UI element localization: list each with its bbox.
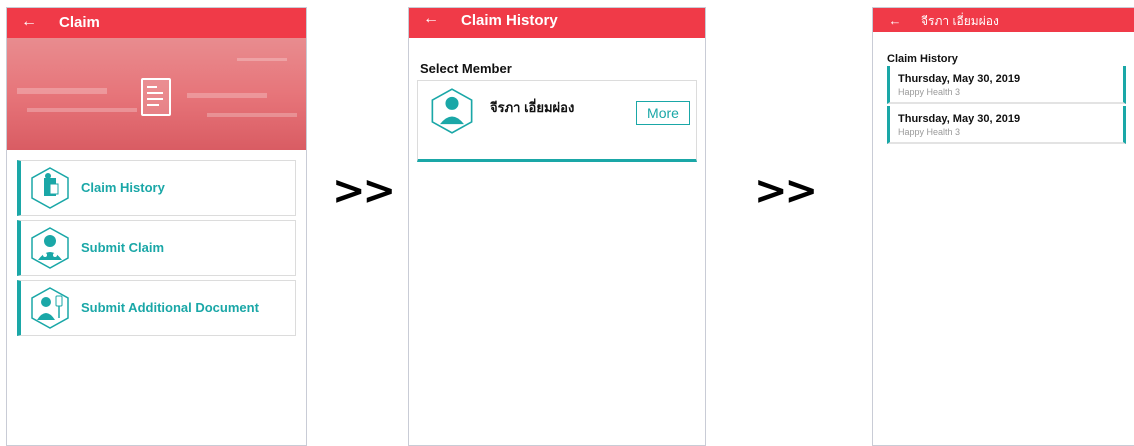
claim-date: Thursday, May 30, 2019 xyxy=(898,113,1021,125)
claim-screen: ← Claim Claim History Submit Claim Submi… xyxy=(6,7,307,446)
page-title: จีรภา เอี่ยมผ่อง xyxy=(921,14,999,28)
back-arrow-icon[interactable]: ← xyxy=(885,10,905,30)
claim-menu: Claim History Submit Claim Submit Additi… xyxy=(17,160,296,340)
doctor-icon xyxy=(31,227,69,269)
flow-arrow: >> xyxy=(754,168,818,214)
claim-history-heading: Claim History xyxy=(887,53,958,65)
menu-label: Submit Claim xyxy=(81,240,165,255)
person-avatar-icon xyxy=(431,88,473,134)
claim-date: Thursday, May 30, 2019 xyxy=(898,73,1021,85)
app-bar: ← Claim xyxy=(7,8,306,38)
hospital-banner-image xyxy=(7,38,306,150)
patient-iv-icon xyxy=(31,287,69,329)
document-icon xyxy=(141,78,171,116)
flow-arrow: >> xyxy=(332,168,396,214)
patient-document-icon xyxy=(31,167,69,209)
menu-label: Claim History xyxy=(81,180,165,195)
back-arrow-icon[interactable]: ← xyxy=(19,12,39,32)
member-name: จีรภา เอี่ยมผ่อง xyxy=(490,100,575,115)
page-title: Claim History xyxy=(461,12,558,29)
more-button[interactable]: More xyxy=(636,101,690,125)
page-title: Claim xyxy=(59,14,100,31)
member-claim-history-screen: ← จีรภา เอี่ยมผ่อง Claim History Thursda… xyxy=(872,7,1134,446)
claim-plan: Happy Health 3 xyxy=(898,87,961,97)
select-member-heading: Select Member xyxy=(420,61,512,76)
claim-plan: Happy Health 3 xyxy=(898,127,961,137)
menu-claim-history[interactable]: Claim History xyxy=(17,160,296,216)
menu-label: Submit Additional Document xyxy=(81,300,259,315)
back-arrow-icon[interactable]: ← xyxy=(421,9,441,29)
claim-history-item[interactable]: Thursday, May 30, 2019 Happy Health 3 xyxy=(887,106,1126,144)
menu-submit-additional-document[interactable]: Submit Additional Document xyxy=(17,280,296,336)
claim-history-item[interactable]: Thursday, May 30, 2019 Happy Health 3 xyxy=(887,66,1126,104)
member-card[interactable]: จีรภา เอี่ยมผ่อง More xyxy=(417,80,697,162)
claim-history-screen: ← Claim History Select Member จีรภา เอี่… xyxy=(408,7,706,446)
menu-submit-claim[interactable]: Submit Claim xyxy=(17,220,296,276)
app-bar: ← จีรภา เอี่ยมผ่อง xyxy=(873,8,1134,32)
app-bar: ← Claim History xyxy=(409,8,705,38)
